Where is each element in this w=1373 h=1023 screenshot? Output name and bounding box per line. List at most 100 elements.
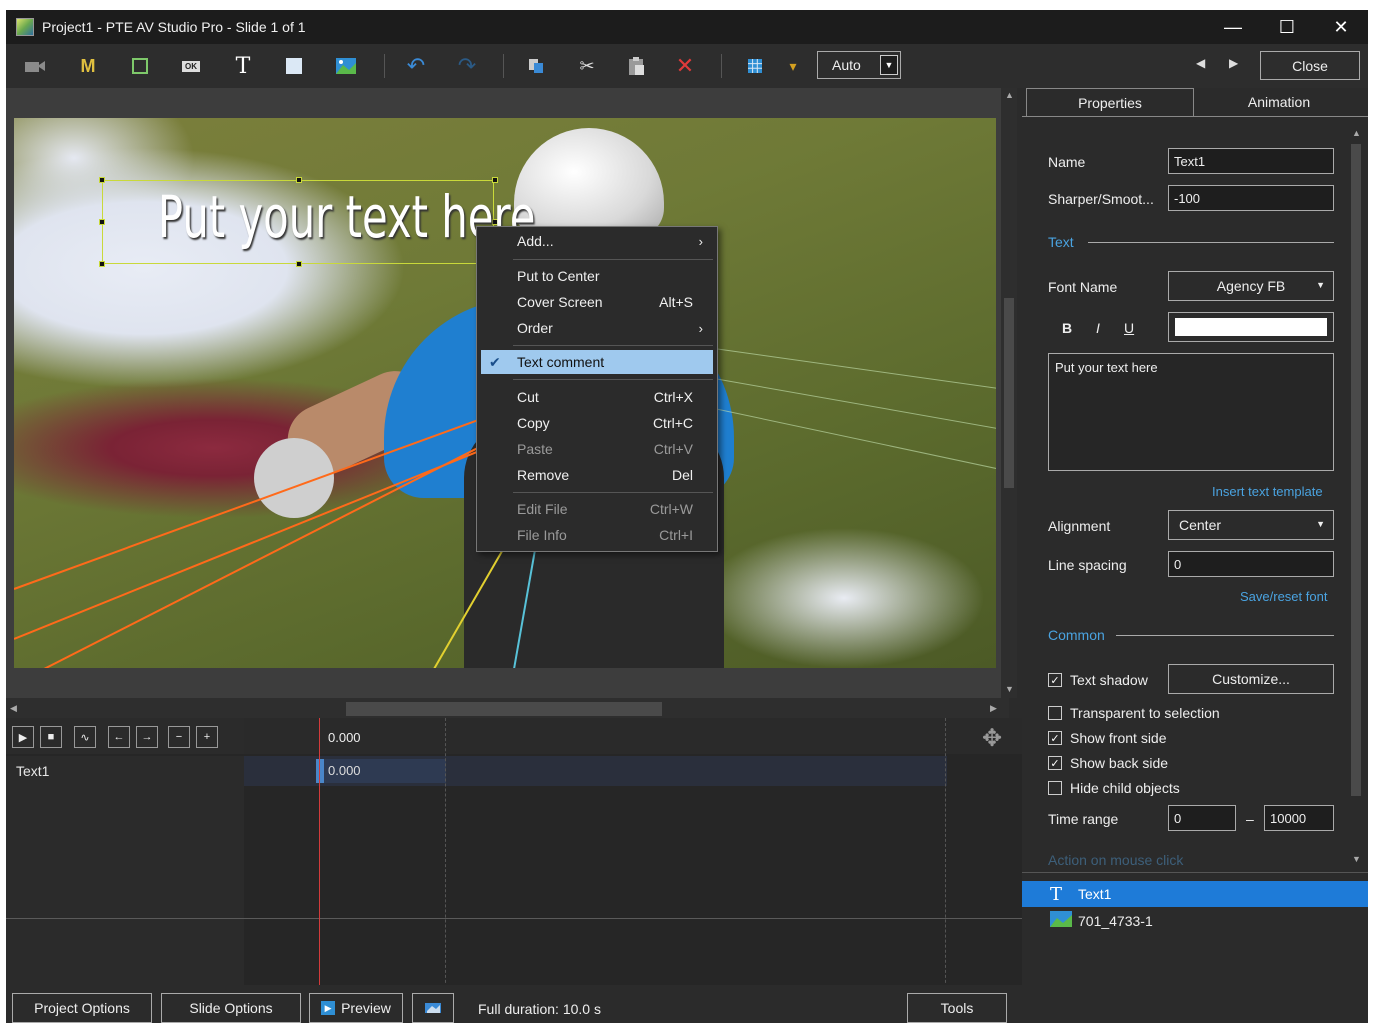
rectangle-icon[interactable] <box>279 52 309 80</box>
scroll-left-icon[interactable]: ◀ <box>10 703 17 714</box>
paste-icon[interactable] <box>621 52 651 80</box>
insert-text-template-link[interactable]: Insert text template <box>1212 484 1323 499</box>
grid-icon[interactable] <box>740 52 770 80</box>
tab-properties[interactable]: Properties <box>1026 88 1194 116</box>
menu-item-file-info[interactable]: File Info Ctrl+I <box>481 523 713 547</box>
menu-item-shortcut: Ctrl+C <box>652 415 693 431</box>
scroll-up-icon[interactable]: ▲ <box>1005 90 1014 100</box>
text-object[interactable]: Put your text here <box>99 177 535 267</box>
slide-options-button[interactable]: Slide Options <box>161 993 301 1023</box>
transparent-to-selection-checkbox[interactable]: Transparent to selection <box>1048 705 1220 721</box>
delete-icon[interactable]: ✕ <box>670 52 700 80</box>
minimize-button[interactable]: — <box>1206 10 1260 44</box>
waveform-icon[interactable]: ∿ <box>74 726 96 748</box>
scrollbar-thumb[interactable] <box>1351 144 1361 796</box>
photo-line <box>713 348 996 390</box>
customize-button[interactable]: Customize... <box>1168 664 1334 694</box>
timeline-row-label[interactable]: Text1 <box>6 756 244 786</box>
alignment-select[interactable]: Center ▼ <box>1168 510 1334 540</box>
arrow-right-icon[interactable]: → <box>136 726 158 748</box>
menu-item-put-to-center[interactable]: Put to Center <box>481 264 713 288</box>
time-range-from-input[interactable]: 0 <box>1168 805 1236 831</box>
menu-item-cut[interactable]: Cut Ctrl+X <box>481 385 713 409</box>
zoom-in-icon[interactable]: + <box>196 726 218 748</box>
camera-icon[interactable] <box>20 52 50 80</box>
title-bar: Project1 - PTE AV Studio Pro - Slide 1 o… <box>6 10 1368 44</box>
canvas-vertical-scrollbar[interactable]: ▲ ▼ <box>1001 88 1017 698</box>
tools-button[interactable]: Tools <box>907 993 1007 1023</box>
scroll-up-icon[interactable]: ▲ <box>1352 128 1361 138</box>
show-back-side-checkbox[interactable]: ✓ Show back side <box>1048 755 1168 771</box>
play-icon[interactable]: ▶ <box>12 726 34 748</box>
line-spacing-input[interactable]: 0 <box>1168 551 1334 577</box>
timeline-clip-start-handle[interactable] <box>316 759 324 783</box>
text-shadow-label: Text shadow <box>1070 672 1148 688</box>
underline-button[interactable]: U <box>1124 320 1134 336</box>
publish-button[interactable] <box>412 993 454 1023</box>
hide-child-objects-checkbox[interactable]: Hide child objects <box>1048 780 1180 796</box>
text-content-area[interactable]: Put your text here <box>1048 353 1334 471</box>
toolbar-separator <box>503 54 504 78</box>
menu-item-edit-file[interactable]: Edit File Ctrl+W <box>481 497 713 521</box>
resize-handle[interactable] <box>99 219 105 225</box>
text-shadow-checkbox[interactable]: ✓ Text shadow <box>1048 672 1148 688</box>
frame-icon[interactable] <box>125 52 155 80</box>
button-object-icon[interactable]: OK <box>176 52 206 80</box>
undo-icon[interactable]: ↶ <box>401 52 431 80</box>
menu-item-add[interactable]: Add... › <box>481 229 713 253</box>
object-list-item[interactable]: T Text1 <box>1022 881 1368 907</box>
scroll-right-icon[interactable]: ▶ <box>990 703 997 714</box>
copy-style-icon[interactable] <box>521 52 551 80</box>
text-icon[interactable]: T <box>228 52 258 80</box>
timeline-ruler[interactable] <box>244 718 1022 754</box>
grid-dropdown-icon[interactable]: ▾ <box>778 52 808 80</box>
move-icon[interactable]: ✥ <box>982 724 1002 753</box>
scroll-down-icon[interactable]: ▼ <box>1352 854 1361 864</box>
menu-item-copy[interactable]: Copy Ctrl+C <box>481 411 713 435</box>
name-input[interactable]: Text1 <box>1168 148 1334 174</box>
menu-item-remove[interactable]: Remove Del <box>481 463 713 487</box>
stop-icon[interactable]: ■ <box>40 726 62 748</box>
zoom-out-icon[interactable]: − <box>168 726 190 748</box>
save-reset-font-link[interactable]: Save/reset font <box>1240 589 1327 604</box>
context-menu: Add... › Put to Center Cover Screen Alt+S … <box>476 226 718 552</box>
tab-animation[interactable]: Animation <box>1194 88 1364 116</box>
maximize-button[interactable]: ☐ <box>1260 10 1314 44</box>
mask-icon[interactable]: M <box>73 52 103 80</box>
preview-button[interactable]: ▶ Preview <box>309 993 403 1023</box>
menu-item-cover-screen[interactable]: Cover Screen Alt+S <box>481 290 713 314</box>
sharpen-input[interactable]: -100 <box>1168 185 1334 211</box>
bottom-bar: Project Options Slide Options ▶ Preview … <box>6 985 1368 1023</box>
show-front-side-checkbox[interactable]: ✓ Show front side <box>1048 730 1167 746</box>
cut-icon[interactable]: ✂ <box>572 52 602 80</box>
resize-handle[interactable] <box>99 261 105 267</box>
close-button[interactable]: Close <box>1260 51 1360 80</box>
menu-item-paste[interactable]: Paste Ctrl+V <box>481 437 713 461</box>
show-back-side-label: Show back side <box>1070 755 1169 771</box>
arrow-left-icon[interactable]: ← <box>108 726 130 748</box>
next-slide-icon[interactable]: ▶ <box>1229 56 1238 70</box>
close-window-button[interactable]: ✕ <box>1314 10 1368 44</box>
scroll-down-icon[interactable]: ▼ <box>1005 684 1014 694</box>
menu-item-text-comment[interactable]: ✔ Text comment <box>481 350 713 374</box>
bold-button[interactable]: B <box>1062 320 1072 336</box>
scrollbar-thumb[interactable] <box>346 702 662 716</box>
font-name-select[interactable]: Agency FB ▼ <box>1168 271 1334 301</box>
time-range-to-input[interactable]: 10000 <box>1264 805 1334 831</box>
resize-handle[interactable] <box>99 177 105 183</box>
font-color-picker[interactable] <box>1168 312 1334 342</box>
project-options-button[interactable]: Project Options <box>12 993 152 1023</box>
italic-button[interactable]: I <box>1096 320 1100 336</box>
redo-icon[interactable]: ↷ <box>452 52 482 80</box>
chevron-down-icon[interactable]: ▼ <box>880 55 898 75</box>
previous-slide-icon[interactable]: ◀ <box>1196 56 1205 70</box>
properties-scrollbar[interactable]: ▲ ▼ <box>1348 126 1364 868</box>
timeline-playhead[interactable] <box>319 718 320 993</box>
image-icon[interactable] <box>331 52 361 80</box>
menu-item-order[interactable]: Order › <box>481 316 713 340</box>
canvas-horizontal-scrollbar[interactable]: ◀ ▶ <box>6 698 1009 718</box>
zoom-select[interactable]: Auto ▼ <box>817 51 901 79</box>
resize-handle[interactable] <box>296 261 302 267</box>
scrollbar-thumb[interactable] <box>1004 298 1014 488</box>
object-list-item[interactable]: 701_4733-1 <box>1022 908 1368 934</box>
